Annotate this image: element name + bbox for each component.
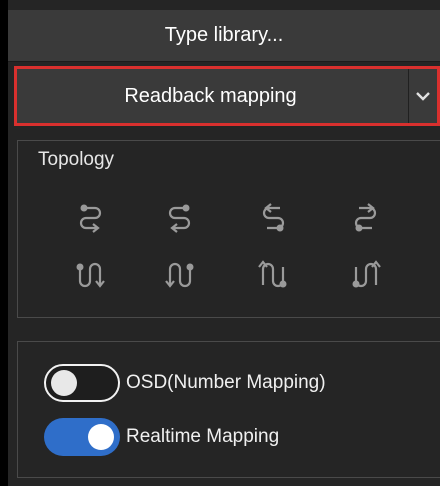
readback-mapping-dropdown[interactable]: Readback mapping	[14, 66, 440, 126]
topology-loop-left-top-icon[interactable]	[165, 203, 195, 233]
osd-label: OSD(Number Mapping)	[126, 372, 326, 393]
topology-group: Topology	[17, 140, 440, 318]
readback-mapping-label: Readback mapping	[124, 84, 297, 107]
osd-toggle-row: OSD(Number Mapping)	[44, 364, 326, 402]
osd-toggle[interactable]	[44, 364, 120, 402]
mapping-options-group: OSD(Number Mapping) Realtime Mapping	[17, 341, 440, 478]
type-library-label: Type library...	[164, 24, 284, 46]
topology-loop-left-bottom-icon[interactable]	[351, 203, 381, 233]
dropdown-arrow-button[interactable]	[408, 69, 437, 123]
topology-loop-right-top-icon[interactable]	[75, 203, 105, 233]
type-library-button[interactable]: Type library...	[8, 10, 440, 62]
toggle-knob	[51, 370, 77, 396]
realtime-toggle[interactable]	[44, 418, 120, 456]
chevron-down-icon	[416, 92, 430, 101]
topology-snake-up-left-icon[interactable]	[258, 259, 288, 289]
topology-snake-down-right-icon[interactable]	[165, 259, 195, 289]
topology-snake-up-right-icon[interactable]	[351, 259, 381, 289]
readback-mapping-button[interactable]: Readback mapping	[17, 69, 408, 123]
toggle-knob	[88, 424, 114, 450]
realtime-label: Realtime Mapping	[126, 426, 280, 447]
topology-loop-right-bottom-icon[interactable]	[258, 203, 288, 233]
realtime-toggle-row: Realtime Mapping	[44, 418, 279, 456]
topology-title: Topology	[38, 149, 115, 170]
topology-snake-down-left-icon[interactable]	[75, 259, 105, 289]
